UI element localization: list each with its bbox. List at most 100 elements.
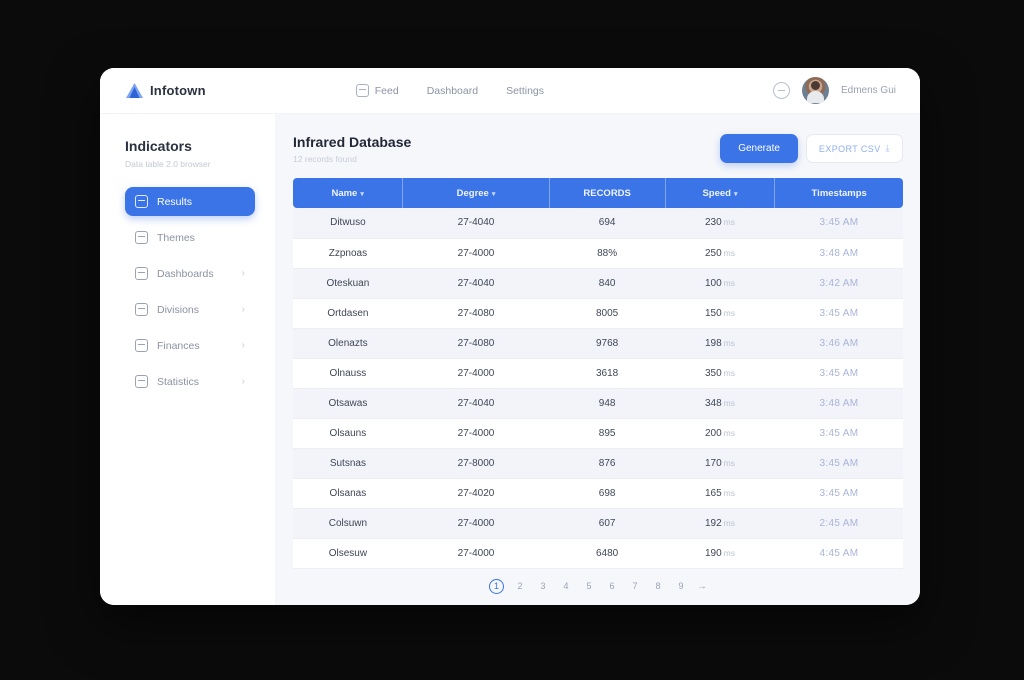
cell-speed: 198 ms [704, 337, 735, 349]
sidebar-item-dashboards[interactable]: Dashboards › [125, 259, 255, 288]
speed-unit: ms [723, 517, 735, 528]
user-avatar[interactable] [801, 77, 829, 104]
cell-records: 895 [598, 427, 616, 439]
cell-timestamp: 3:42 AM [819, 277, 859, 289]
sidebar: Indicators Data table 2.0 browser Result… [100, 114, 275, 605]
cell-speed: 350 ms [704, 367, 735, 379]
speed-unit: ms [723, 397, 735, 408]
nav-item-label: Dashboard [426, 84, 479, 97]
speed-unit: ms [723, 277, 735, 288]
pagination: 1 2 3 4 5 6 7 8 9 → [293, 578, 903, 594]
table-row[interactable]: Zzpnoas 27-4000 88% 250 ms 3:48 AM [293, 238, 903, 268]
table-header-row: Name ▾ Degree ▾ RECORDS Speed ▾ Timestamps [293, 178, 903, 208]
sidebar-item-label: Finances [157, 339, 200, 352]
page-button-7[interactable]: 7 [628, 579, 642, 593]
sidebar-item-statistics[interactable]: Statistics › [125, 367, 255, 396]
sidebar-item-label: Divisions [157, 303, 200, 316]
cell-name: Olsanas [329, 487, 367, 499]
column-header-name[interactable]: Name ▾ [293, 178, 403, 208]
main-content: Infrared Database 12 records found Gener… [275, 114, 920, 605]
cell-records: 8005 [596, 307, 619, 319]
image-icon [135, 231, 148, 244]
nav-item-dashboard[interactable]: Dashboard [427, 85, 478, 97]
table-row[interactable]: Ditwuso 27-4040 694 230 ms 3:45 AM [293, 208, 903, 238]
column-label: Degree [456, 187, 489, 199]
table-row[interactable]: Otsawas 27-4040 948 348 ms 3:48 AM [293, 388, 903, 418]
table-row[interactable]: Olsanas 27-4020 698 165 ms 3:45 AM [293, 478, 903, 508]
nav-item-label: Settings [506, 84, 545, 97]
page-button-5[interactable]: 5 [582, 579, 596, 593]
nav-item-feed[interactable]: Feed [355, 84, 399, 97]
cell-timestamp: 3:45 AM [819, 367, 859, 379]
page-button-8[interactable]: 8 [651, 579, 665, 593]
export-button[interactable]: EXPORT CSV ⤓ [805, 134, 903, 163]
cell-name: Oteskuan [326, 277, 370, 289]
speed-unit: ms [723, 487, 735, 498]
page-button-1[interactable]: 1 [489, 578, 504, 594]
brand-logo[interactable]: Infotown [126, 83, 206, 98]
sort-arrow-icon: ▾ [360, 190, 364, 198]
brand-logo-icon [126, 83, 143, 98]
cell-degree: 27-4040 [457, 217, 495, 229]
file-icon [135, 195, 148, 208]
cell-speed: 150 ms [704, 307, 735, 319]
generate-button[interactable]: Generate [720, 134, 798, 163]
table-row[interactable]: Olsesuw 27-4000 6480 190 ms 4:45 AM [293, 538, 903, 568]
data-table: Name ▾ Degree ▾ RECORDS Speed ▾ Timestamps Ditw… [293, 178, 903, 569]
help-icon[interactable] [772, 82, 790, 99]
column-header-timestamps[interactable]: Timestamps [774, 178, 903, 208]
cell-records: 607 [598, 517, 616, 529]
sidebar-subtitle: Data table 2.0 browser [125, 159, 211, 169]
cell-timestamp: 3:48 AM [819, 397, 859, 409]
sidebar-item-results[interactable]: Results [125, 187, 255, 216]
table-row[interactable]: Sutsnas 27-8000 876 170 ms 3:45 AM [293, 448, 903, 478]
page-button-6[interactable]: 6 [605, 579, 619, 593]
page-button-2[interactable]: 2 [513, 579, 527, 593]
feed-icon [355, 84, 369, 97]
sidebar-item-label: Themes [157, 231, 195, 244]
table-row[interactable]: Olsauns 27-4000 895 200 ms 3:45 AM [293, 418, 903, 448]
cell-degree: 27-4040 [457, 277, 495, 289]
table-header: Name ▾ Degree ▾ RECORDS Speed ▾ Timestamps [293, 178, 903, 208]
cell-speed: 170 ms [704, 457, 735, 469]
export-button-label: EXPORT CSV [818, 143, 881, 154]
speed-unit: ms [723, 427, 735, 438]
cell-name: Olsauns [329, 427, 367, 439]
table-row[interactable]: Olenazts 27-4080 9768 198 ms 3:46 AM [293, 328, 903, 358]
sidebar-item-label: Statistics [157, 375, 200, 388]
cell-degree: 27-4080 [457, 337, 495, 349]
header-actions: Generate EXPORT CSV ⤓ [720, 134, 903, 163]
cell-degree: 27-4000 [457, 547, 495, 559]
cell-name: Sutsnas [329, 457, 366, 469]
main-header: Infrared Database 12 records found Gener… [293, 134, 903, 164]
cell-degree: 27-4040 [457, 397, 495, 409]
sidebar-item-themes[interactable]: Themes [125, 223, 255, 252]
cell-timestamp: 3:46 AM [819, 337, 859, 349]
table-row[interactable]: Olnauss 27-4000 3618 350 ms 3:45 AM [293, 358, 903, 388]
cell-timestamp: 3:45 AM [819, 307, 859, 319]
column-header-records[interactable]: RECORDS [548, 178, 666, 208]
column-header-degree[interactable]: Degree ▾ [402, 178, 550, 208]
speed-unit: ms [723, 337, 735, 348]
table-row[interactable]: Oteskuan 27-4040 840 100 ms 3:42 AM [293, 268, 903, 298]
sidebar-item-finances[interactable]: Finances › [125, 331, 255, 360]
cell-timestamp: 3:48 AM [819, 247, 859, 259]
page-button-9[interactable]: 9 [674, 579, 688, 593]
nav-item-settings[interactable]: Settings [506, 85, 544, 97]
cell-name: Otsawas [328, 397, 368, 409]
brand-name: Infotown [150, 83, 206, 98]
table-row[interactable]: Colsuwn 27-4000 607 192 ms 2:45 AM [293, 508, 903, 538]
cell-name: Zzpnoas [328, 247, 368, 259]
sidebar-item-divisions[interactable]: Divisions › [125, 295, 255, 324]
cell-name: Olnauss [329, 367, 367, 379]
page-button-4[interactable]: 4 [559, 579, 573, 593]
column-label: Speed [702, 187, 731, 199]
cell-timestamp: 3:45 AM [819, 427, 859, 439]
cell-records: 948 [598, 397, 616, 409]
column-header-speed[interactable]: Speed ▾ [664, 178, 775, 208]
table-row[interactable]: Ortdasen 27-4080 8005 150 ms 3:45 AM [293, 298, 903, 328]
sidebar-title: Indicators [125, 138, 192, 154]
next-page-icon[interactable]: → [697, 581, 707, 592]
speed-unit: ms [723, 307, 735, 318]
page-button-3[interactable]: 3 [536, 579, 550, 593]
